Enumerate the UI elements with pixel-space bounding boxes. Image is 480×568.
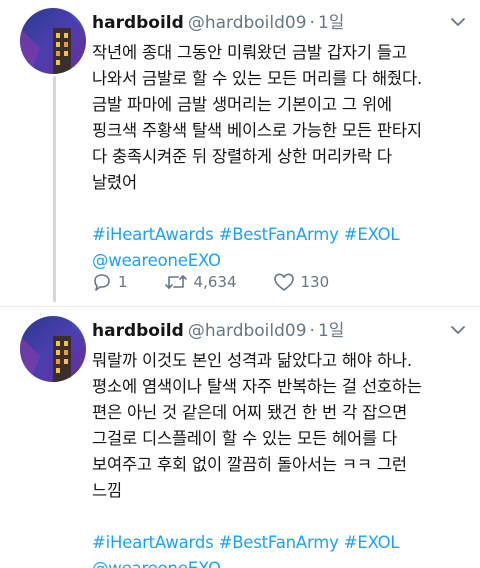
- tweet-text-line: 금발 파마에 금발 생머리는 기본이고 그 위에: [92, 95, 392, 114]
- hashtag-block: #iHeartAwards #BestFanArmy #EXOL @weareo…: [92, 222, 464, 274]
- tweet[interactable]: hardboild @hardboild09 · 1일 작년에 종대 그동안 미뤄왔던…: [0, 0, 480, 307]
- tweet-text: 뭐랄까 이것도 본인 성격과 닮았다고 해야 하나. 평소에 염색이나 탈색 자…: [92, 348, 464, 568]
- tweet-text-line: 느낌: [92, 481, 122, 500]
- tweet-actions: 1 4,634 130: [92, 270, 365, 294]
- timestamp[interactable]: 1일: [318, 13, 344, 33]
- tweet-text-line: 보여주고 후회 없이 깔끔히 돌아서는 ㅋㅋ 그런: [92, 455, 407, 474]
- tweet-text-line: 뭐랄까 이것도 본인 성격과 닮았다고 해야 하나.: [92, 351, 412, 370]
- retweet-count: 4,634: [193, 273, 237, 291]
- like-count: 130: [300, 273, 330, 291]
- tweet-header: hardboild @hardboild09 · 1일: [92, 320, 440, 344]
- chevron-down-icon[interactable]: [450, 324, 466, 336]
- user-handle[interactable]: @hardboild09: [188, 13, 307, 33]
- avatar[interactable]: [20, 8, 86, 74]
- tweet-text-line: 핑크색 주황색 탈색 베이스로 가능한 모든 판타지: [92, 121, 422, 140]
- hashtag-links[interactable]: #iHeartAwards #BestFanArmy #EXOL: [92, 530, 464, 556]
- tweet-text-line: 그걸로 디스플레이 할 수 있는 모든 헤어를 다: [92, 429, 397, 448]
- chevron-down-icon[interactable]: [450, 16, 466, 28]
- tweet-text-line: 날렸어: [92, 173, 137, 192]
- avatar[interactable]: [20, 316, 86, 382]
- heart-icon: [273, 273, 294, 291]
- separator: ·: [309, 321, 315, 341]
- tweet-text-line: 작년에 종대 그동안 미뤄왔던 금발 갑자기 들고: [92, 43, 407, 62]
- retweet-button[interactable]: 4,634: [164, 272, 237, 292]
- reply-icon: [94, 274, 110, 291]
- tweet-text-line: 평소에 염색이나 탈색 자주 반복하는 걸 선호하는: [92, 377, 422, 396]
- tweet[interactable]: hardboild @hardboild09 · 1일 뭐랄까 이것도 본인 성격과 …: [0, 308, 480, 568]
- separator: ·: [309, 13, 315, 33]
- display-name[interactable]: hardboild: [92, 13, 184, 33]
- mention-link[interactable]: @weareoneEXO: [92, 556, 464, 568]
- reply-button[interactable]: 1: [92, 272, 128, 292]
- timestamp[interactable]: 1일: [318, 321, 344, 341]
- display-name[interactable]: hardboild: [92, 321, 184, 341]
- user-handle[interactable]: @hardboild09: [188, 321, 307, 341]
- reply-count: 1: [118, 273, 128, 291]
- retweet-icon: [164, 275, 187, 289]
- tweet-header: hardboild @hardboild09 · 1일: [92, 12, 440, 36]
- hashtag-block: #iHeartAwards #BestFanArmy #EXOL @weareo…: [92, 530, 464, 568]
- hashtag-links[interactable]: #iHeartAwards #BestFanArmy #EXOL: [92, 222, 464, 248]
- tweet-text-line: 편은 아닌 것 같은데 어찌 됐건 한 번 각 잡으면: [92, 403, 408, 422]
- tweet-text: 작년에 종대 그동안 미뤄왔던 금발 갑자기 들고 나와서 금발로 할 수 있는…: [92, 40, 464, 274]
- like-button[interactable]: 130: [273, 272, 330, 292]
- tweet-text-line: 나와서 금발로 할 수 있는 모든 머리를 다 해줬다.: [92, 69, 423, 88]
- tweet-text-line: 다 충족시켜준 뒤 장렬하게 상한 머리카락 다: [92, 147, 392, 166]
